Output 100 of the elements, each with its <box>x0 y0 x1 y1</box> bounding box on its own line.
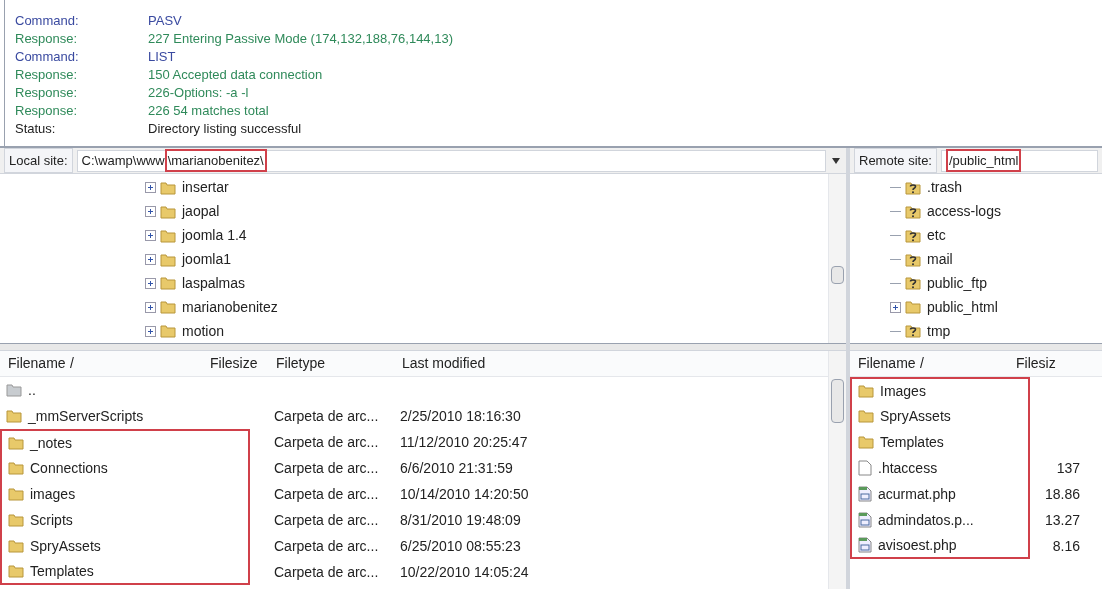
log-label: Status: <box>15 120 57 139</box>
expand-icon[interactable] <box>890 301 901 313</box>
file-name[interactable]: _notes <box>30 432 73 454</box>
file-name[interactable]: Images <box>880 380 926 402</box>
folder-icon <box>160 275 176 292</box>
modified-date: 11/12/2010 20:25:47 <box>400 432 529 452</box>
log-label: Command: <box>15 12 80 31</box>
file-type: Carpeta de arc... <box>273 536 380 556</box>
folder-icon <box>858 383 874 399</box>
file-type: Carpeta de arc... <box>273 562 380 582</box>
file-name[interactable]: acurmat.php <box>878 483 956 505</box>
log-label: Response: <box>15 30 79 49</box>
log-label: Command: <box>15 48 80 67</box>
folder-icon <box>8 435 24 451</box>
tree-item[interactable]: mail <box>850 247 1102 272</box>
log-message: LIST <box>148 48 176 67</box>
scrollbar[interactable] <box>828 351 846 589</box>
expand-icon[interactable] <box>145 301 156 313</box>
highlighted-path: \marianobenitez\ <box>164 148 267 173</box>
address-field[interactable]: /public_html <box>941 149 1098 172</box>
folder-icon <box>160 203 176 220</box>
folder-icon <box>6 382 22 398</box>
file-name[interactable]: Templates <box>880 431 944 453</box>
log-label: Response: <box>15 66 79 85</box>
file-type: Carpeta de arc... <box>273 510 380 530</box>
folder-icon <box>8 563 24 579</box>
file-name[interactable]: .. <box>28 379 36 401</box>
dropdown-arrow-icon[interactable] <box>830 157 842 164</box>
expand-icon[interactable] <box>145 230 156 242</box>
column-header[interactable]: Last modified <box>402 353 562 374</box>
highlighted-path: /public_html <box>946 148 1022 173</box>
tree-item[interactable]: .trash <box>850 176 1102 200</box>
tree-item[interactable]: tmp <box>850 319 1102 343</box>
file-name[interactable]: Templates <box>30 560 94 582</box>
file-type: Carpeta de arc... <box>273 484 380 504</box>
log-message: 150 Accepted data connection <box>148 66 323 85</box>
expand-icon[interactable] <box>145 254 156 265</box>
expand-icon[interactable] <box>145 182 156 194</box>
tree-item[interactable]: marianobenitez <box>0 295 828 320</box>
tree-item[interactable]: public_ftp <box>850 271 1102 296</box>
file-name[interactable]: SpryAssets <box>30 535 101 557</box>
address-label: Local site: <box>4 147 73 174</box>
modified-date: 6/25/2010 08:55:23 <box>400 536 522 556</box>
tree-item[interactable]: etc <box>850 223 1102 248</box>
file-size: 8.16 <box>1051 536 1080 556</box>
modified-date: 2/25/2010 18:16:30 <box>400 406 522 426</box>
tree-item[interactable]: public_html <box>850 295 1102 320</box>
folder-icon <box>8 512 24 528</box>
sort-indicator[interactable]: / <box>70 353 210 374</box>
modified-date: 6/6/2010 21:31:59 <box>400 458 514 478</box>
file-name[interactable]: _mmServerScripts <box>28 405 144 427</box>
scrollbar[interactable] <box>828 174 846 343</box>
tree-item[interactable]: motion <box>0 319 828 343</box>
folder-icon <box>8 486 24 502</box>
file-size: 13.27 <box>1043 510 1080 530</box>
log-label: Response: <box>15 102 79 121</box>
sort-indicator[interactable]: / <box>920 353 1016 374</box>
expand-icon[interactable] <box>145 325 156 337</box>
script-file-icon <box>858 537 872 553</box>
modified-date: 10/22/2010 14:05:24 <box>400 562 530 582</box>
tree-item[interactable]: jaopal <box>0 199 828 224</box>
modified-date: 8/31/2010 19:48:09 <box>400 510 522 530</box>
column-header[interactable]: Filename <box>850 353 920 374</box>
file-name[interactable]: Connections <box>30 457 108 479</box>
column-header[interactable]: Filename <box>0 353 70 374</box>
question-folder-icon <box>905 275 921 292</box>
column-header[interactable]: Filetype <box>272 353 402 374</box>
file-size: 18.86 <box>1043 484 1080 504</box>
log-message: PASV <box>148 12 182 31</box>
tree-item[interactable]: laspalmas <box>0 271 828 296</box>
file-name[interactable]: SpryAssets <box>880 405 951 427</box>
file-name[interactable]: admindatos.p... <box>878 509 974 531</box>
tree-item[interactable]: joomla 1.4 <box>0 223 828 248</box>
log-message: 226-Options: -a -l <box>148 84 249 103</box>
address-field[interactable]: C:\wamp\www \marianobenitez\ <box>76 149 826 172</box>
question-folder-icon <box>905 179 921 196</box>
file-type: Carpeta de arc... <box>273 432 380 452</box>
expand-icon[interactable] <box>145 206 156 218</box>
tree-item[interactable]: joomla1 <box>0 247 828 272</box>
file-name[interactable]: Scripts <box>30 509 73 531</box>
file-type: Carpeta de arc... <box>273 458 380 478</box>
expand-icon[interactable] <box>145 277 156 289</box>
column-header[interactable]: Filesiz <box>1016 353 1076 374</box>
question-folder-icon <box>905 251 921 268</box>
question-folder-icon <box>905 227 921 244</box>
question-folder-icon <box>905 203 921 220</box>
tree-item[interactable]: access-logs <box>850 199 1102 224</box>
log-label: Response: <box>15 84 79 103</box>
folder-icon <box>8 460 24 476</box>
folder-icon <box>160 299 176 316</box>
column-header[interactable]: Filesize <box>210 353 272 374</box>
file-name[interactable]: .htaccess <box>878 457 938 479</box>
file-name[interactable]: images <box>30 483 76 505</box>
file-name[interactable]: avisoest.php <box>878 534 957 556</box>
file-type: Carpeta de arc... <box>273 406 380 426</box>
log-message: 227 Entering Passive Mode (174,132,188,76,144,13) <box>148 30 453 49</box>
script-file-icon <box>858 512 872 528</box>
tree-item[interactable]: insertar <box>0 176 828 200</box>
folder-icon <box>160 251 176 268</box>
log-message: Directory listing successful <box>148 120 302 139</box>
